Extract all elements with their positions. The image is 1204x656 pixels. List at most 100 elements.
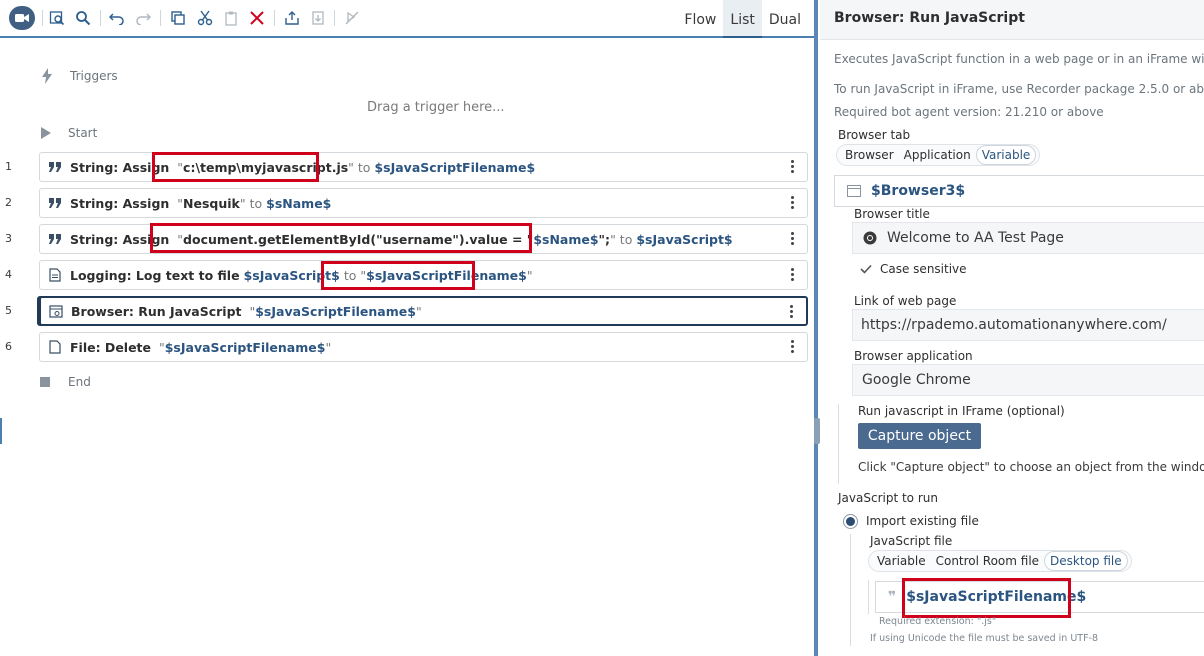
view-tabs: Flow List Dual	[677, 0, 808, 38]
step-value: document.getElementById("username").valu…	[183, 231, 534, 247]
unicode-note: If using Unicode the file must be saved …	[870, 633, 1099, 644]
js-file-value: $sJavaScriptFilename$	[906, 589, 1087, 605]
properties-panel: Browser: Run JavaScript Executes JavaScr…	[820, 0, 1204, 656]
step-value: Nesquik	[183, 195, 240, 211]
tab-list[interactable]: List	[723, 0, 762, 38]
step-connector: to	[249, 195, 263, 211]
step-file-delete[interactable]: File: Delete "$sJavaScriptFilename$"	[39, 332, 808, 362]
window-icon	[847, 185, 861, 197]
required-extension-note: Required extension: ".js"	[879, 616, 997, 627]
step-connector: to	[619, 231, 633, 247]
step-target: $sName$	[266, 195, 332, 211]
quote-icon	[40, 161, 70, 173]
disable-icon[interactable]	[342, 8, 362, 28]
link-value: https://rpademo.automationanywhere.com/	[861, 317, 1167, 333]
quote-icon	[40, 233, 70, 245]
browser-variable-field[interactable]: $Browser3$	[834, 175, 1204, 207]
step-target: $sJavaScript$	[636, 231, 733, 247]
trigger-drop-zone[interactable]: Drag a trigger here...	[367, 100, 505, 115]
undo-icon[interactable]	[107, 8, 127, 28]
panel-description: Executes JavaScript function in a web pa…	[834, 52, 1204, 66]
delete-icon[interactable]	[247, 8, 267, 28]
step-string-assign-3[interactable]: String: Assign "document.getElementById(…	[39, 224, 808, 254]
option-application[interactable]: Application	[899, 146, 976, 164]
redo-icon[interactable]	[133, 8, 153, 28]
option-variable[interactable]: Variable	[975, 145, 1037, 165]
panel-description: To run JavaScript in iFrame, use Recorde…	[834, 82, 1204, 96]
line-number: 1	[5, 160, 12, 173]
triggers-label: Triggers	[70, 69, 118, 83]
step-target: $sJavaScriptFilename$	[164, 339, 326, 355]
flow-editor-pane: Flow List Dual Triggers Drag a trigger h…	[0, 0, 818, 656]
step-connector: to	[343, 267, 357, 283]
browser-variable-value: $Browser3$	[871, 183, 966, 199]
panel-description: Required bot agent version: 21.210 or ab…	[834, 105, 1104, 119]
log-file-icon	[40, 268, 70, 282]
export-icon[interactable]	[282, 8, 302, 28]
js-file-field[interactable]: ❞ $sJavaScriptFilename$	[875, 581, 1204, 613]
step-action: File: Delete	[70, 339, 152, 355]
tab-dual[interactable]: Dual	[762, 0, 808, 38]
step-value-var: $sName$	[533, 231, 599, 247]
case-sensitive-checkbox[interactable]: Case sensitive	[860, 262, 967, 276]
step-action: Logging: Log text to file	[70, 267, 240, 283]
browser-title-field[interactable]: Welcome to AA Test Page	[852, 222, 1204, 254]
link-label: Link of web page	[854, 294, 957, 308]
step-run-javascript[interactable]: Browser: Run JavaScript "$sJavaScriptFil…	[39, 296, 808, 326]
js-file-source-selector: Variable Control Room file Desktop file	[868, 550, 1132, 572]
kebab-menu-icon[interactable]	[791, 232, 795, 246]
option-variable[interactable]: Variable	[872, 552, 931, 570]
kebab-menu-icon[interactable]	[791, 340, 795, 354]
copy-icon[interactable]	[168, 8, 188, 28]
iframe-label: Run javascript in IFrame (optional)	[858, 404, 1065, 418]
link-field[interactable]: https://rpademo.automationanywhere.com/	[852, 309, 1204, 341]
browser-tab-label: Browser tab	[838, 128, 911, 142]
step-value-var: $sJavaScript$	[243, 267, 340, 283]
line-number: 3	[5, 232, 12, 245]
search-icon[interactable]	[73, 8, 93, 28]
step-string-assign-2[interactable]: String: Assign "Nesquik" to $sName$	[39, 188, 808, 218]
record-icon[interactable]	[9, 6, 35, 30]
chrome-icon	[863, 231, 877, 245]
kebab-menu-icon[interactable]	[791, 268, 795, 282]
js-file-label: JavaScript file	[870, 534, 953, 548]
paste-icon[interactable]	[221, 8, 241, 28]
cut-icon[interactable]	[195, 8, 215, 28]
file-icon	[40, 340, 70, 354]
option-browser[interactable]: Browser	[840, 146, 899, 164]
collapse-handle[interactable]	[0, 418, 2, 444]
app-window: Flow List Dual Triggers Drag a trigger h…	[0, 0, 1204, 656]
step-action: Browser: Run JavaScript	[71, 303, 242, 319]
check-icon	[860, 264, 872, 274]
step-string-assign-1[interactable]: String: Assign "c:\temp\myjavascript.js"…	[39, 152, 808, 182]
import-icon[interactable]	[308, 8, 328, 28]
end-node: End	[40, 375, 91, 389]
step-action: String: Assign	[70, 195, 170, 211]
browser-tab-selector: Browser Application Variable	[836, 144, 1041, 166]
line-number: 4	[5, 268, 12, 281]
lightning-icon	[42, 68, 52, 84]
import-file-radio[interactable]	[843, 514, 858, 529]
browser-app-field[interactable]: Google Chrome	[852, 364, 1204, 396]
tab-flow[interactable]: Flow	[677, 0, 723, 38]
option-control-room-file[interactable]: Control Room file	[931, 552, 1044, 570]
step-log-to-file[interactable]: Logging: Log text to file $sJavaScript$ …	[39, 260, 808, 290]
line-number: 5	[5, 304, 12, 317]
stop-icon	[40, 377, 50, 387]
search-page-icon[interactable]	[47, 8, 67, 28]
step-value: c:\temp\myjavascript.js	[183, 159, 349, 175]
kebab-menu-icon[interactable]	[791, 196, 795, 210]
option-desktop-file[interactable]: Desktop file	[1044, 551, 1128, 571]
capture-object-button[interactable]: Capture object	[858, 423, 981, 449]
kebab-menu-icon[interactable]	[791, 160, 795, 174]
triggers-section: Triggers	[40, 68, 118, 84]
pane-splitter[interactable]	[814, 0, 818, 656]
browser-script-icon	[41, 304, 71, 318]
step-action: String: Assign	[70, 231, 170, 247]
kebab-menu-icon[interactable]	[790, 305, 794, 319]
browser-app-label: Browser application	[854, 349, 973, 363]
step-action: String: Assign	[70, 159, 170, 175]
step-target: $sJavaScriptFilename$	[255, 303, 416, 319]
line-number: 2	[5, 196, 12, 209]
step-connector: to	[357, 159, 371, 175]
